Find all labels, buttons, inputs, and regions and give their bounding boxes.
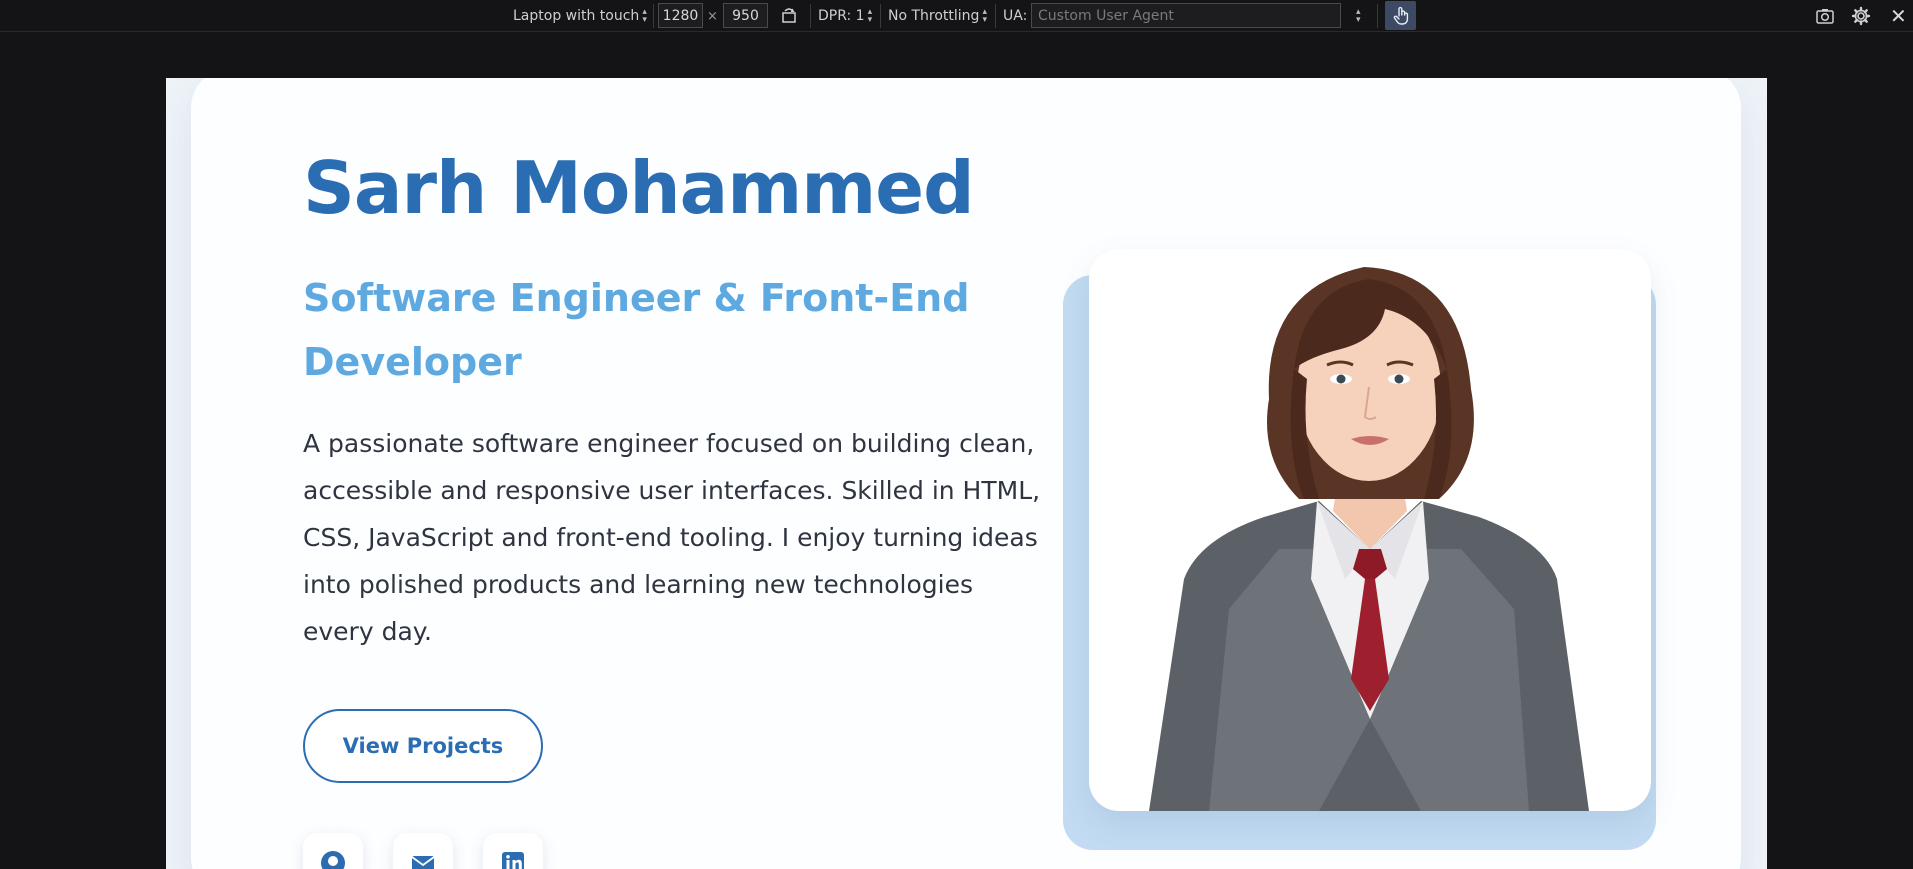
hero-card: Sarh Mohammed Software Engineer & Front-… — [191, 78, 1741, 869]
email-icon — [411, 856, 435, 869]
github-icon — [321, 851, 345, 869]
viewport-width-input[interactable]: 1280 — [658, 3, 703, 28]
profile-photo — [1089, 249, 1651, 811]
devtools-device-toolbar: Laptop with touch ▴ ▾ 1280 × 950 DPR: 1 ▴… — [0, 0, 1913, 32]
device-select-label: Laptop with touch — [513, 8, 640, 24]
toolbar-divider — [1377, 4, 1378, 28]
dpr-select-label: DPR: 1 — [818, 8, 865, 24]
screenshot-icon[interactable] — [1815, 0, 1835, 32]
social-links — [303, 833, 543, 869]
select-arrows-icon: ▴ ▾ — [1356, 7, 1361, 25]
dpr-select[interactable]: DPR: 1 ▴ ▾ — [818, 0, 872, 32]
select-arrows-icon: ▴ ▾ — [867, 7, 873, 25]
close-icon[interactable]: ✕ — [1890, 0, 1907, 32]
hero-bio: A passionate software engineer focused o… — [303, 429, 1041, 646]
social-link-github[interactable] — [303, 833, 363, 869]
throttling-select[interactable]: No Throttling ▴ ▾ — [888, 0, 987, 32]
touch-hand-icon — [1393, 6, 1408, 25]
view-projects-button[interactable]: View Projects — [303, 709, 543, 783]
select-arrows-icon: ▴ ▾ — [642, 7, 647, 25]
linkedin-icon — [502, 852, 524, 869]
rotate-icon[interactable] — [780, 0, 798, 32]
dimension-times: × — [707, 8, 718, 24]
throttling-select-label: No Throttling — [888, 8, 980, 24]
hero-name: Sarh Mohammed — [303, 146, 975, 230]
device-select[interactable]: Laptop with touch ▴ ▾ — [513, 0, 647, 32]
toolbar-divider — [810, 4, 811, 28]
social-link-linkedin[interactable] — [483, 833, 543, 869]
toolbar-divider — [995, 4, 996, 28]
ua-label: UA: — [1003, 8, 1028, 24]
toolbar-divider — [653, 4, 654, 28]
social-link-email[interactable] — [393, 833, 453, 869]
settings-gear-icon[interactable] — [1851, 0, 1871, 32]
portrait-illustration — [1149, 267, 1589, 811]
toolbar-divider — [880, 4, 881, 28]
viewport-height-input[interactable]: 950 — [723, 3, 768, 28]
user-agent-input[interactable]: Custom User Agent — [1031, 3, 1341, 28]
hero-role: Software Engineer & Front-End Developer — [303, 276, 970, 384]
ua-select-arrows[interactable]: ▴ ▾ — [1353, 0, 1361, 32]
emulated-viewport: Sarh Mohammed Software Engineer & Front-… — [166, 78, 1767, 869]
select-arrows-icon: ▴ ▾ — [982, 7, 987, 25]
touch-simulation-button[interactable] — [1385, 1, 1416, 30]
